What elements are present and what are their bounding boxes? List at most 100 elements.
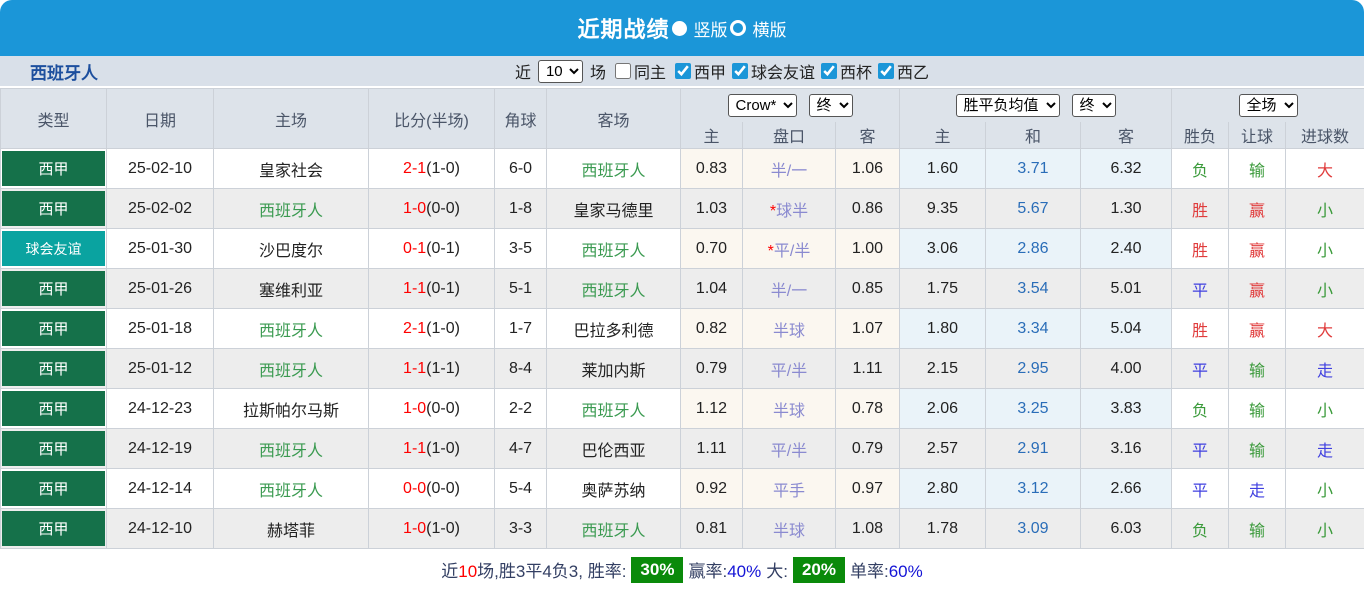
- match-date: 24-12-19: [106, 428, 214, 469]
- league-filter-3[interactable]: 西乙: [872, 59, 929, 83]
- score: 1-0(0-0): [368, 388, 495, 429]
- col-goals: 进球数: [1285, 121, 1364, 149]
- match-type: 西甲: [0, 308, 107, 349]
- league-filter-2[interactable]: 西杯: [815, 59, 872, 83]
- match-type: 西甲: [0, 148, 107, 189]
- match-row: 西甲 25-01-18 西班牙人 2-1(1-0) 1-7 巴拉多利德 0.82 半球 1.07…: [0, 308, 1364, 349]
- title-bar: 近期战绩 竖版 横版: [0, 0, 1364, 56]
- result-handicap: 赢: [1228, 228, 1287, 269]
- result-wdl: 平: [1171, 348, 1230, 389]
- radio-unselected-icon[interactable]: [729, 20, 746, 36]
- score: 0-0(0-0): [368, 468, 495, 509]
- league-checkbox[interactable]: [732, 63, 748, 79]
- radio-selected-icon[interactable]: [671, 20, 687, 36]
- layout-radio-vertical[interactable]: 竖版: [671, 16, 728, 41]
- radio-vertical-label[interactable]: 竖版: [694, 16, 728, 41]
- match-date: 24-12-23: [106, 388, 214, 429]
- result-wdl: 胜: [1171, 188, 1230, 229]
- radio-horizontal-label[interactable]: 横版: [753, 16, 787, 41]
- handicap-line: *球半: [742, 188, 836, 229]
- avg-away: 6.03: [1079, 508, 1173, 549]
- avg-home: 1.60: [899, 148, 986, 189]
- avg-draw: 3.09: [985, 508, 1081, 549]
- avg-home: 9.35: [899, 188, 986, 229]
- match-row: 西甲 25-02-10 皇家社会 2-1(1-0) 6-0 西班牙人 0.83 半/一 1.06…: [0, 148, 1364, 189]
- odds-away: 0.79: [835, 428, 900, 469]
- result-goals: 大: [1285, 148, 1364, 189]
- result-handicap: 赢: [1228, 268, 1287, 309]
- layout-radio-horizontal[interactable]: 横版: [729, 16, 787, 41]
- away-team: 皇家马德里: [546, 188, 681, 229]
- league-filter-0[interactable]: 西甲: [669, 59, 726, 83]
- match-date: 25-02-02: [106, 188, 214, 229]
- corner-score: 5-1: [494, 268, 547, 309]
- result-goals: 小: [1285, 228, 1364, 269]
- home-team: 沙巴度尔: [213, 228, 369, 269]
- match-row: 西甲 25-01-12 西班牙人 1-1(1-1) 8-4 莱加内斯 0.79 平/半 1.11…: [0, 348, 1364, 389]
- avg-stage-select[interactable]: 终: [1071, 93, 1116, 117]
- odds-home: 0.70: [680, 228, 743, 269]
- col-corner: 角球: [494, 88, 547, 149]
- result-goals: 走: [1285, 428, 1364, 469]
- odds-stage-select[interactable]: 终: [808, 93, 853, 117]
- avg-type-select[interactable]: 胜平负均值: [955, 93, 1060, 117]
- match-type-badge: 西甲: [2, 151, 105, 186]
- match-type-badge: 西甲: [2, 351, 105, 386]
- handicap-line: 半球: [742, 508, 836, 549]
- result-wdl: 胜: [1171, 308, 1230, 349]
- avg-home: 2.06: [899, 388, 986, 429]
- home-team: 西班牙人: [213, 428, 369, 469]
- home-team: 皇家社会: [213, 148, 369, 189]
- handicap-line: 半球: [742, 388, 836, 429]
- league-filter-1[interactable]: 球会友谊: [726, 59, 815, 83]
- col-result: 胜负: [1171, 121, 1230, 149]
- result-wdl: 平: [1171, 428, 1230, 469]
- handicap-line: 平/半: [742, 428, 836, 469]
- away-team: 西班牙人: [546, 388, 681, 429]
- odds-home: 1.04: [680, 268, 743, 309]
- match-count-select[interactable]: 10: [537, 59, 583, 83]
- col-avg-away: 客: [1079, 121, 1173, 149]
- match-row: 西甲 24-12-19 西班牙人 1-1(1-0) 4-7 巴伦西亚 1.11 平/半 0.79…: [0, 428, 1364, 469]
- same-home-filter[interactable]: 同主: [609, 59, 666, 83]
- avg-home: 2.57: [899, 428, 986, 469]
- score: 2-1(1-0): [368, 308, 495, 349]
- result-goals: 小: [1285, 268, 1364, 309]
- avg-home: 3.06: [899, 228, 986, 269]
- odds-home: 1.11: [680, 428, 743, 469]
- corner-score: 3-3: [494, 508, 547, 549]
- match-type: 西甲: [0, 468, 107, 509]
- league-checkbox[interactable]: [674, 63, 691, 79]
- odds-company-select[interactable]: Crow*: [727, 93, 797, 117]
- league-checkbox[interactable]: [821, 63, 838, 79]
- away-team: 西班牙人: [546, 148, 681, 189]
- handicap-rate: 赢率:40%: [688, 562, 762, 581]
- scope-group-header: 全场: [1171, 88, 1364, 122]
- score: 1-1(1-1): [368, 348, 495, 389]
- team-name: 西班牙人: [30, 63, 98, 83]
- match-type-badge: 西甲: [2, 191, 105, 226]
- home-team: 塞维利亚: [213, 268, 369, 309]
- odds-away: 1.08: [835, 508, 900, 549]
- league-label: 西杯: [840, 65, 873, 82]
- corner-score: 4-7: [494, 428, 547, 469]
- corner-score: 1-7: [494, 308, 547, 349]
- avg-draw: 3.54: [985, 268, 1081, 309]
- match-row: 西甲 25-01-26 塞维利亚 1-1(0-1) 5-1 西班牙人 1.04 半/一 0.85…: [0, 268, 1364, 309]
- away-team: 西班牙人: [546, 508, 681, 549]
- match-date: 24-12-14: [106, 468, 214, 509]
- avg-away: 4.00: [1079, 348, 1173, 389]
- result-handicap: 赢: [1228, 188, 1287, 229]
- result-handicap: 输: [1228, 148, 1287, 189]
- odds-away: 0.86: [835, 188, 900, 229]
- avg-draw: 2.86: [985, 228, 1081, 269]
- col-avg-home: 主: [899, 121, 986, 149]
- result-handicap: 赢: [1228, 308, 1287, 349]
- league-checkbox[interactable]: [878, 63, 895, 79]
- handicap-line: 半/一: [742, 268, 836, 309]
- same-home-checkbox[interactable]: [614, 63, 631, 79]
- match-date: 25-02-10: [106, 148, 214, 189]
- scope-select[interactable]: 全场: [1238, 93, 1298, 117]
- single-rate: 单率:60%: [849, 562, 923, 581]
- match-type: 西甲: [0, 348, 107, 389]
